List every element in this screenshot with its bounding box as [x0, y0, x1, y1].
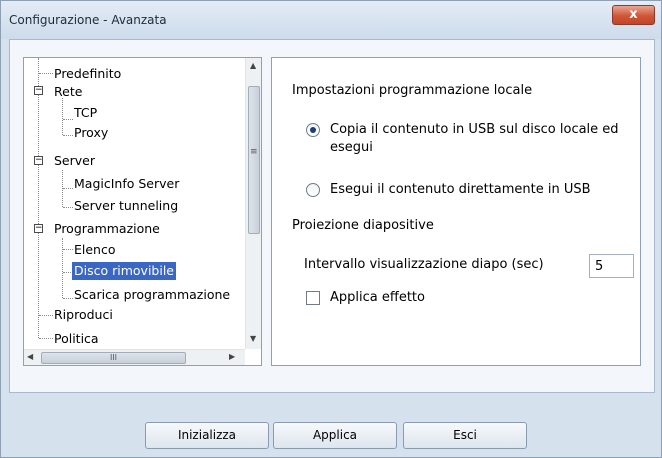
grip-icon: III: [109, 353, 118, 362]
collapse-icon[interactable]: −: [34, 86, 43, 95]
scroll-left-icon[interactable]: ◀: [27, 352, 33, 362]
tree-line: [39, 315, 53, 316]
radio-selected-dot: [310, 127, 316, 133]
tree-item-magicinfo-server[interactable]: MagicInfo Server: [74, 175, 179, 193]
scroll-up-icon[interactable]: ▲: [250, 61, 256, 71]
tree-item-rete[interactable]: Rete: [54, 83, 82, 101]
tree-item-programmazione[interactable]: Programmazione: [54, 220, 160, 238]
radio-copy-to-local[interactable]: [306, 123, 320, 137]
apply-effect-label[interactable]: Applica effetto: [330, 290, 425, 305]
tree-line: [62, 98, 63, 135]
radio-run-from-usb[interactable]: [306, 183, 320, 197]
apply-button[interactable]: Applica: [273, 422, 397, 449]
settings-tree: − − − Predefinito Rete TCP Proxy Server …: [23, 57, 262, 366]
local-schedule-heading: Impostazioni programmazione locale: [292, 83, 533, 98]
tree-line: [62, 238, 63, 298]
tree-item-server[interactable]: Server: [54, 152, 95, 170]
interval-input[interactable]: 5: [589, 254, 634, 278]
tree-item-riproduci[interactable]: Riproduci: [54, 306, 113, 324]
tree-line: [63, 119, 73, 120]
exit-button[interactable]: Esci: [403, 422, 527, 449]
tree-item-disco-rimovibile[interactable]: Disco rimovibile: [72, 262, 176, 280]
close-icon: x: [629, 7, 638, 22]
tree-line: [63, 298, 73, 299]
scroll-right-icon[interactable]: ▶: [229, 352, 235, 362]
close-button[interactable]: x: [612, 5, 655, 25]
tree-line: [63, 249, 73, 250]
title-bar[interactable]: Configurazione - Avanzata x: [1, 1, 661, 39]
tree-line: [39, 73, 53, 74]
tree-item-server-tunneling[interactable]: Server tunneling: [74, 197, 178, 215]
slideshow-heading: Proiezione diapositive: [292, 218, 434, 233]
horizontal-scroll-thumb[interactable]: III: [41, 352, 186, 364]
tree-item-elenco[interactable]: Elenco: [74, 241, 116, 259]
collapse-icon[interactable]: −: [34, 156, 43, 165]
tree-line: [63, 135, 73, 136]
tree-vertical-scrollbar[interactable]: ▲ ≡ ▼: [245, 58, 261, 349]
window-title: Configurazione - Avanzata: [9, 13, 167, 27]
interval-label: Intervallo visualizzazione diapo (sec): [304, 257, 544, 272]
settings-panel: Impostazioni programmazione locale Copia…: [271, 57, 641, 366]
tree-item-tcp[interactable]: TCP: [74, 104, 97, 122]
tree-item-proxy[interactable]: Proxy: [74, 124, 108, 142]
tree-item-predefinito[interactable]: Predefinito: [54, 65, 121, 83]
radio-copy-label-line2[interactable]: esegui: [330, 140, 373, 155]
tree-item-scarica-programmazione[interactable]: Scarica programmazione: [74, 286, 230, 304]
reset-button[interactable]: Inizializza: [145, 422, 269, 449]
tree-line: [39, 338, 53, 339]
tree-line: [63, 207, 73, 208]
tree-line: [63, 188, 73, 189]
tree-line: [38, 58, 39, 338]
tree-content: − − − Predefinito Rete TCP Proxy Server …: [24, 58, 245, 349]
scroll-down-icon[interactable]: ▼: [250, 334, 256, 344]
grip-icon: ≡: [250, 147, 258, 157]
apply-effect-checkbox[interactable]: [306, 291, 320, 305]
tree-item-politica[interactable]: Politica: [54, 330, 99, 348]
radio-copy-label[interactable]: Copia il contenuto in USB sul disco loca…: [330, 122, 619, 137]
vertical-scroll-thumb[interactable]: ≡: [248, 86, 260, 234]
radio-run-from-usb-label[interactable]: Esegui il contenuto direttamente in USB: [330, 182, 591, 197]
collapse-icon[interactable]: −: [34, 224, 43, 233]
tree-horizontal-scrollbar[interactable]: ◀ III ▶: [24, 349, 245, 365]
